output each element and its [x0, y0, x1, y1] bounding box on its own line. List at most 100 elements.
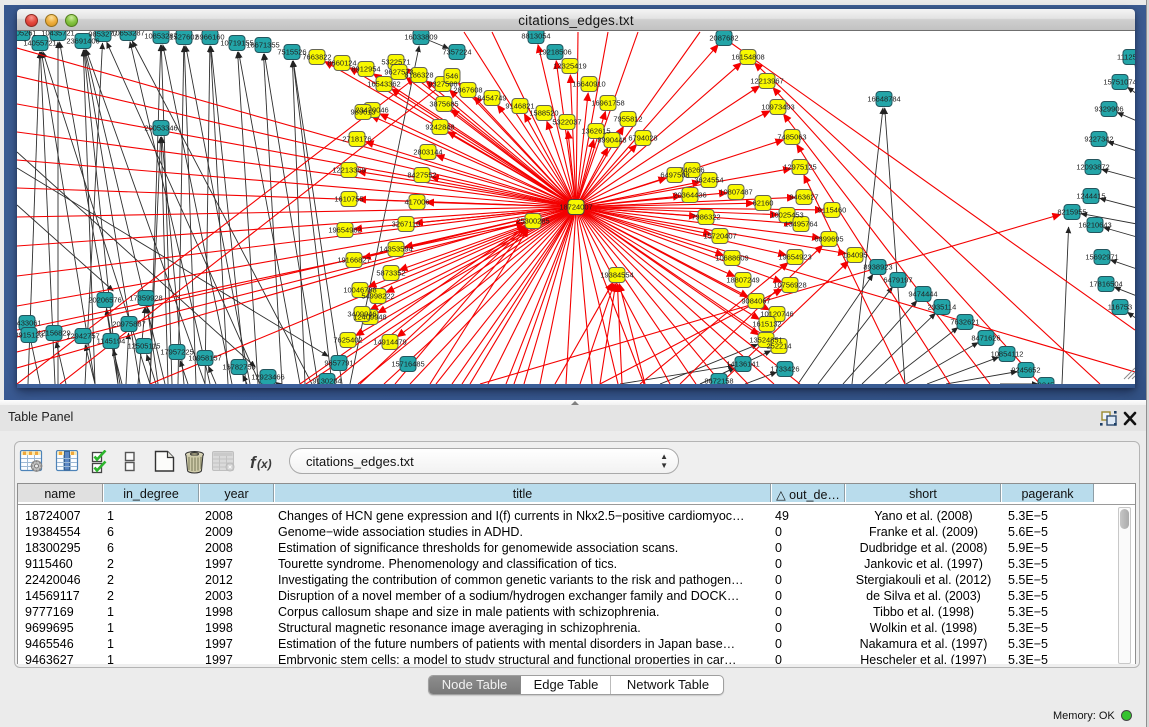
svg-text:12975125: 12975125 [783, 163, 816, 172]
svg-text:5873352: 5873352 [376, 269, 405, 278]
svg-text:8427552: 8427552 [407, 171, 436, 180]
svg-text:2803144: 2803144 [413, 148, 442, 157]
svg-text:7632621: 7632621 [950, 318, 979, 327]
svg-text:1145194: 1145194 [97, 337, 126, 346]
svg-text:3875685: 3875685 [429, 100, 458, 109]
svg-text:746266: 746266 [679, 166, 704, 175]
svg-text:62160: 62160 [753, 199, 774, 208]
svg-text:8912954: 8912954 [351, 65, 380, 74]
svg-text:10807487: 10807487 [719, 188, 752, 197]
svg-text:546: 546 [446, 72, 459, 81]
svg-text:6899695: 6899695 [814, 235, 843, 244]
svg-text:20975887: 20975887 [112, 320, 145, 329]
svg-text:7625402: 7625402 [333, 336, 362, 345]
svg-text:19218506: 19218506 [538, 48, 571, 57]
svg-text:16782759: 16782759 [222, 363, 255, 372]
svg-text:12942757: 12942757 [66, 332, 99, 341]
svg-text:10756928: 10756928 [773, 281, 806, 290]
svg-text:10688609: 10688609 [715, 254, 748, 263]
svg-text:16648784: 16648784 [867, 95, 900, 104]
svg-text:15692971: 15692971 [1085, 253, 1118, 262]
svg-text:12093872: 12093872 [1076, 163, 1109, 172]
svg-text:25300285: 25300285 [516, 217, 549, 226]
svg-text:16154808: 16154808 [731, 53, 764, 62]
svg-text:16671355: 16671355 [246, 41, 279, 50]
svg-text:10973493: 10973493 [761, 103, 794, 112]
svg-text:6794028: 6794028 [628, 134, 657, 143]
svg-text:7357224: 7357224 [442, 48, 471, 57]
svg-text:16543362: 16543362 [367, 80, 400, 89]
svg-text:9115460: 9115460 [818, 206, 847, 215]
svg-text:14055721: 14055721 [23, 39, 56, 48]
svg-text:18807249: 18807249 [726, 276, 759, 285]
svg-text:8454749: 8454749 [477, 94, 506, 103]
svg-text:9242848: 9242848 [425, 123, 454, 132]
svg-text:10120746: 10120746 [760, 310, 793, 319]
svg-text:7485063: 7485063 [777, 133, 806, 142]
svg-text:1433061: 1433061 [17, 319, 42, 328]
svg-text:9657791: 9657791 [324, 359, 353, 368]
svg-text:8938923: 8938923 [863, 263, 892, 272]
svg-text:16033809: 16033809 [404, 33, 437, 42]
svg-text:3267110: 3267110 [392, 220, 421, 229]
svg-text:16640910: 16640910 [572, 80, 605, 89]
svg-text:15720407: 15720407 [703, 232, 736, 241]
svg-text:10025453: 10025453 [770, 211, 803, 220]
svg-text:7955812: 7955812 [613, 115, 642, 124]
svg-text:19166827: 19166827 [337, 256, 370, 265]
svg-text:1244415: 1244415 [1076, 192, 1105, 201]
svg-text:10958157: 10958157 [188, 354, 221, 363]
svg-text:3624554: 3624554 [694, 176, 723, 185]
svg-text:9605261: 9605261 [17, 31, 37, 38]
svg-text:9329906: 9329906 [1094, 105, 1123, 114]
svg-text:13495764: 13495764 [784, 220, 817, 229]
svg-text:417006: 417006 [404, 198, 429, 207]
svg-text:12213369: 12213369 [332, 166, 365, 175]
svg-text:15716485: 15716485 [391, 360, 424, 369]
svg-text:19654982: 19654982 [328, 226, 361, 235]
svg-text:1733426: 1733426 [770, 365, 799, 374]
svg-text:8990448: 8990448 [597, 136, 626, 145]
svg-text:8813054: 8813054 [521, 32, 550, 41]
svg-text:252214: 252214 [766, 342, 791, 351]
svg-text:1362615: 1362615 [581, 127, 610, 136]
svg-text:2087682: 2087682 [709, 34, 738, 43]
svg-text:18724007: 18724007 [559, 203, 592, 212]
svg-text:6479197: 6479197 [883, 276, 912, 285]
svg-text:1610755: 1610755 [334, 195, 363, 204]
svg-text:8471626: 8471626 [971, 334, 1000, 343]
svg-text:15751074: 15751074 [1103, 78, 1135, 87]
svg-text:12923466: 12923466 [251, 373, 284, 382]
svg-text:14136141: 14136141 [726, 360, 759, 369]
svg-text:9463627: 9463627 [789, 193, 818, 202]
svg-text:9245652: 9245652 [1011, 366, 1040, 375]
svg-text:8672158: 8672158 [704, 377, 733, 385]
svg-text:1588520: 1588520 [529, 109, 558, 118]
svg-text:9627573: 9627573 [384, 68, 413, 77]
svg-text:(x): (x) [257, 457, 272, 471]
svg-text:164095: 164095 [842, 251, 867, 260]
svg-text:10854112: 10854112 [991, 350, 1024, 359]
svg-text:19384554: 19384554 [600, 271, 633, 280]
svg-text:1527602: 1527602 [169, 33, 198, 42]
svg-text:19654923: 19654923 [778, 253, 811, 262]
svg-text:9084067: 9084067 [741, 297, 770, 306]
svg-text:14353594: 14353594 [379, 245, 412, 254]
svg-text:16961758: 16961758 [591, 99, 624, 108]
svg-text:10653287: 10653287 [111, 31, 144, 38]
svg-text:5322571: 5322571 [381, 58, 410, 67]
svg-text:12213967: 12213967 [750, 77, 783, 86]
svg-text:20206576: 20206576 [88, 296, 121, 305]
svg-text:7986322: 7986322 [691, 213, 720, 222]
svg-text:9130284: 9130284 [312, 377, 341, 385]
svg-text:10046788: 10046788 [343, 286, 376, 295]
svg-text:17359928: 17359928 [129, 294, 162, 303]
svg-text:17816504: 17816504 [1089, 280, 1122, 289]
svg-text:16210643: 16210643 [1078, 221, 1111, 230]
svg-text:8215955: 8215955 [1057, 208, 1086, 217]
svg-text:20364436: 20364436 [673, 191, 706, 200]
svg-text:2935114: 2935114 [928, 303, 957, 312]
svg-text:5322037: 5322037 [552, 118, 581, 127]
svg-text:989613: 989613 [350, 108, 375, 117]
svg-text:116753: 116753 [1108, 303, 1132, 312]
